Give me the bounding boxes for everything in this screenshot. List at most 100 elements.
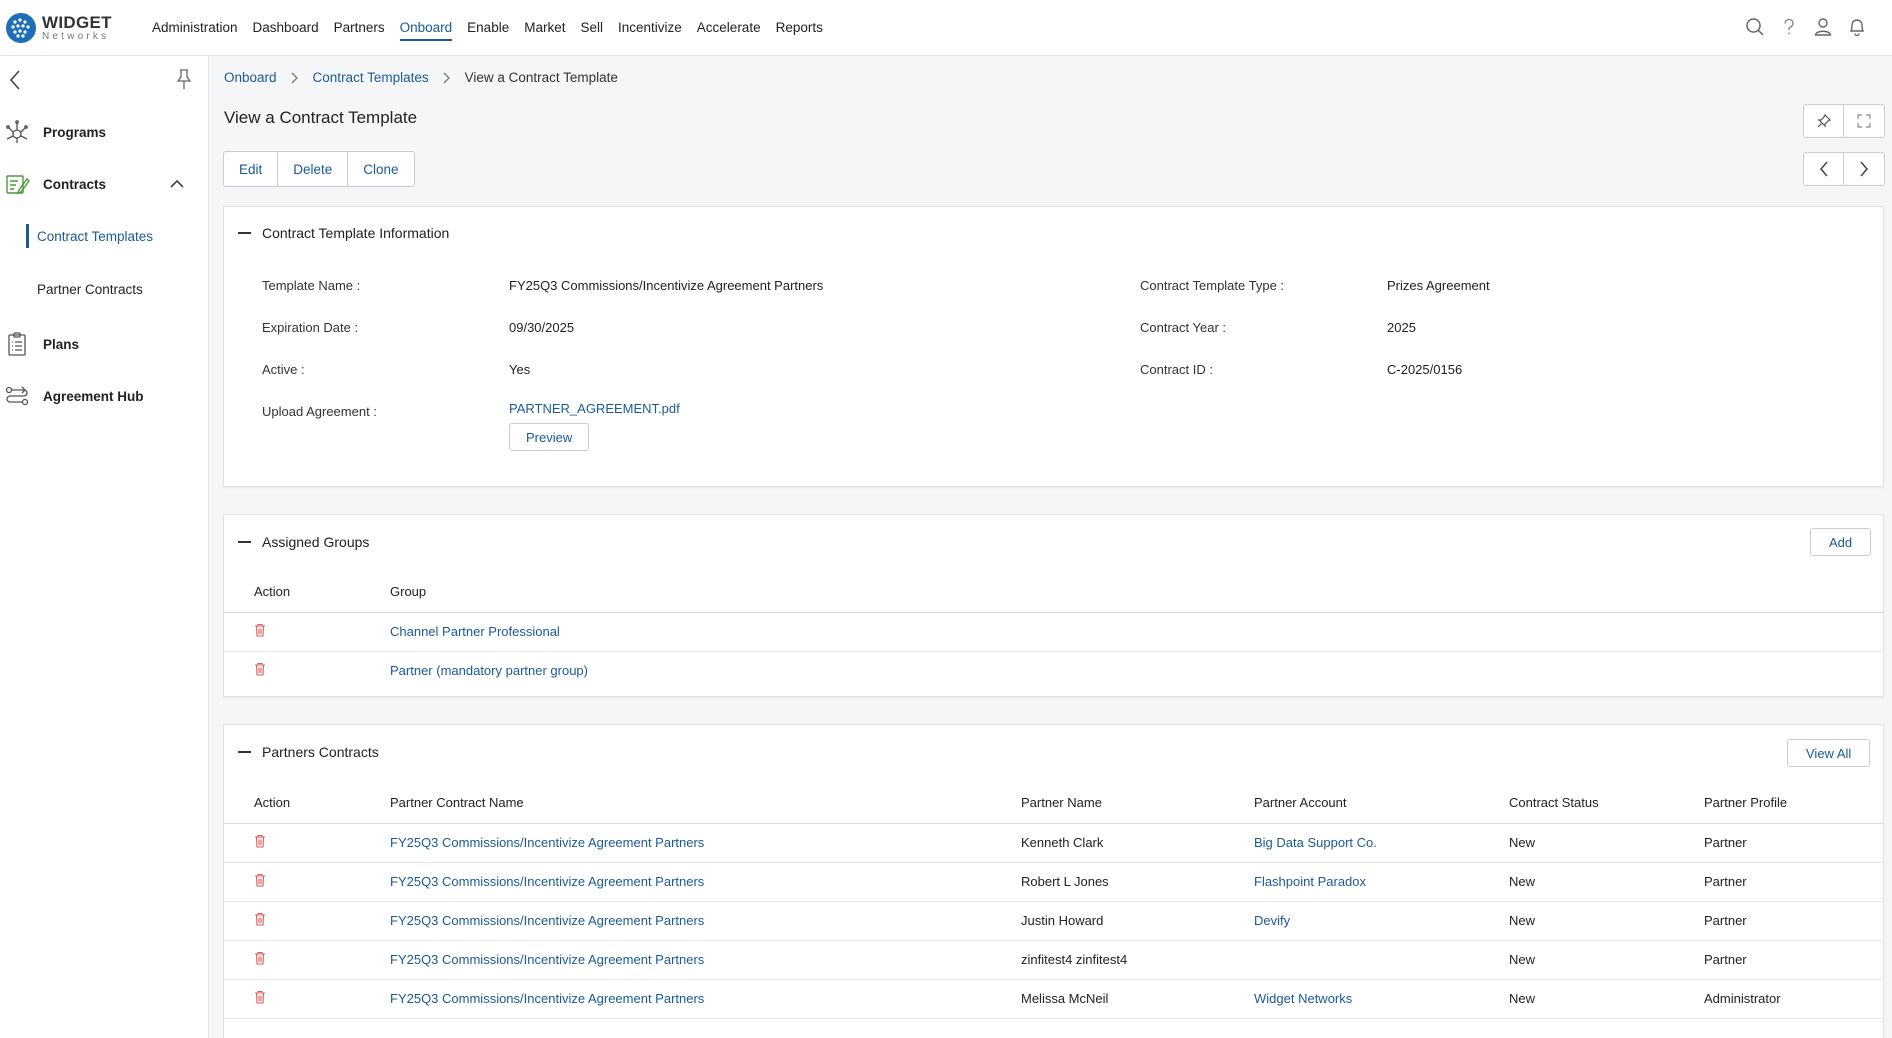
template-name-value: FY25Q3 Commissions/Incentivize Agreement… xyxy=(509,278,824,293)
partner-account-link[interactable]: Devify xyxy=(1254,913,1290,928)
contract-id-value: C-2025/0156 xyxy=(1387,362,1463,377)
partner-account-link[interactable]: Flashpoint Paradox xyxy=(1254,874,1366,889)
group-link[interactable]: Partner (mandatory partner group) xyxy=(390,663,588,678)
brand-name: WIDGET xyxy=(42,12,112,32)
delete-trash-icon[interactable] xyxy=(254,834,266,848)
pin-icon[interactable] xyxy=(1804,105,1844,137)
column-header-contract-name: Partner Contract Name xyxy=(390,783,1021,824)
delete-trash-icon[interactable] xyxy=(254,873,266,887)
info-section-toggle[interactable]: Contract Template Information xyxy=(238,225,449,241)
nav-partners[interactable]: Partners xyxy=(334,0,385,56)
contract-id-label: Contract ID : xyxy=(1140,362,1213,377)
contract-name-link[interactable]: FY25Q3 Commissions/Incentivize Agreement… xyxy=(390,991,704,1006)
record-actions: Edit Delete Clone xyxy=(223,151,415,187)
sidebar-subitem-contract-templates[interactable]: Contract Templates xyxy=(26,224,153,248)
clone-button[interactable]: Clone xyxy=(348,152,413,186)
sidebar-subitem-partner-contracts[interactable]: Partner Contracts xyxy=(26,277,143,301)
delete-trash-icon[interactable] xyxy=(254,990,266,1004)
expiration-date-value: 09/30/2025 xyxy=(509,320,575,335)
brand-subname: Networks xyxy=(42,30,110,42)
nav-onboard[interactable]: Onboard xyxy=(399,0,452,56)
nav-administration[interactable]: Administration xyxy=(152,0,238,56)
search-icon[interactable] xyxy=(1738,12,1772,42)
contract-name-link[interactable]: FY25Q3 Commissions/Incentivize Agreement… xyxy=(390,913,704,928)
collapse-icon xyxy=(238,751,251,753)
group-link[interactable]: Channel Partner Professional xyxy=(390,624,560,639)
partner-name: Melissa McNeil xyxy=(1021,979,1254,1019)
table-row: FY25Q3 Commissions/Incentivize Agreement… xyxy=(224,940,1883,980)
collapse-icon xyxy=(238,541,251,543)
expiration-date-label: Expiration Date : xyxy=(262,320,359,335)
nav-sell[interactable]: Sell xyxy=(580,0,603,56)
column-header-group: Group xyxy=(390,572,1883,613)
active-value: Yes xyxy=(509,362,531,377)
collapse-icon xyxy=(238,232,251,234)
contract-status: New xyxy=(1509,940,1704,980)
contract-status: New xyxy=(1509,901,1704,941)
partner-name: Kenneth Clark xyxy=(1021,823,1254,863)
nav-accelerate[interactable]: Accelerate xyxy=(697,0,761,56)
agreement-file-link[interactable]: PARTNER_AGREEMENT.pdf xyxy=(509,401,680,416)
nav-dashboard[interactable]: Dashboard xyxy=(253,0,319,56)
delete-button[interactable]: Delete xyxy=(278,152,349,186)
groups-section-toggle[interactable]: Assigned Groups xyxy=(238,534,369,550)
table-row: FY25Q3 Commissions/Incentivize Agreement… xyxy=(224,979,1883,1019)
sidebar-item-label: Plans xyxy=(43,336,80,352)
view-all-button[interactable]: View All xyxy=(1787,739,1871,767)
previous-record-icon[interactable] xyxy=(1804,153,1844,185)
contract-status: New xyxy=(1509,823,1704,863)
breadcrumb: Onboard Contract Templates View a Contra… xyxy=(224,70,618,85)
delete-trash-icon[interactable] xyxy=(254,662,266,676)
contract-name-link[interactable]: FY25Q3 Commissions/Incentivize Agreement… xyxy=(390,952,704,967)
upload-agreement-label: Upload Agreement : xyxy=(262,404,377,419)
preview-button[interactable]: Preview xyxy=(509,423,590,451)
partner-name: Robert L Jones xyxy=(1021,862,1254,902)
agreement-hub-icon xyxy=(2,381,32,411)
next-record-icon[interactable] xyxy=(1844,153,1884,185)
partner-account-link[interactable]: Widget Networks xyxy=(1254,991,1352,1006)
column-header-action: Action xyxy=(224,783,390,824)
table-row: FY25Q3 Commissions/Incentivize Agreement… xyxy=(224,862,1883,902)
add-group-button[interactable]: Add xyxy=(1810,528,1872,556)
contract-status: New xyxy=(1509,862,1704,902)
column-header-contract-status: Contract Status xyxy=(1509,783,1704,824)
section-title: Partners Contracts xyxy=(262,744,379,760)
sidebar-item-plans[interactable]: Plans xyxy=(0,324,208,364)
column-header-action: Action xyxy=(224,572,390,613)
contracts-section-toggle[interactable]: Partners Contracts xyxy=(238,744,379,760)
edit-button[interactable]: Edit xyxy=(224,152,279,186)
sidebar-item-label: Contracts xyxy=(43,176,107,192)
partner-account-link[interactable]: Big Data Support Co. xyxy=(1254,835,1377,850)
sidebar-item-programs[interactable]: Programs xyxy=(0,112,208,152)
fullscreen-icon[interactable] xyxy=(1844,105,1884,137)
delete-trash-icon[interactable] xyxy=(254,951,266,965)
collapse-sidebar-icon[interactable] xyxy=(8,68,22,95)
chevron-up-icon[interactable] xyxy=(170,176,184,192)
nav-incentivize[interactable]: Incentivize xyxy=(618,0,682,56)
user-icon[interactable] xyxy=(1806,12,1840,42)
help-icon[interactable] xyxy=(1772,12,1806,42)
section-title: Assigned Groups xyxy=(262,534,370,550)
delete-trash-icon[interactable] xyxy=(254,623,266,637)
nav-reports[interactable]: Reports xyxy=(776,0,823,56)
record-pager xyxy=(1803,152,1885,186)
table-row: Channel Partner Professional xyxy=(224,612,1883,652)
breadcrumb-onboard[interactable]: Onboard xyxy=(224,70,277,85)
sidebar-item-contracts[interactable]: Contracts xyxy=(0,164,208,204)
breadcrumb-current: View a Contract Template xyxy=(464,70,618,85)
delete-trash-icon[interactable] xyxy=(254,912,266,926)
chevron-right-icon xyxy=(291,72,299,84)
breadcrumb-contract-templates[interactable]: Contract Templates xyxy=(313,70,429,85)
brand-logo[interactable]: WIDGET Networks xyxy=(6,12,146,43)
sidebar-item-label: Agreement Hub xyxy=(43,388,144,404)
sidebar-item-agreement-hub[interactable]: Agreement Hub xyxy=(0,376,208,416)
contract-name-link[interactable]: FY25Q3 Commissions/Incentivize Agreement… xyxy=(390,874,704,889)
column-header-partner-profile: Partner Profile xyxy=(1704,783,1883,824)
nav-market[interactable]: Market xyxy=(524,0,565,56)
nav-enable[interactable]: Enable xyxy=(467,0,509,56)
contract-name-link[interactable]: FY25Q3 Commissions/Incentivize Agreement… xyxy=(390,835,704,850)
pin-sidebar-icon[interactable] xyxy=(176,68,192,93)
sidebar-item-label: Programs xyxy=(43,124,107,140)
assigned-groups-card: Assigned Groups Add Action Group Channel… xyxy=(223,514,1884,697)
bell-icon[interactable] xyxy=(1840,12,1874,42)
